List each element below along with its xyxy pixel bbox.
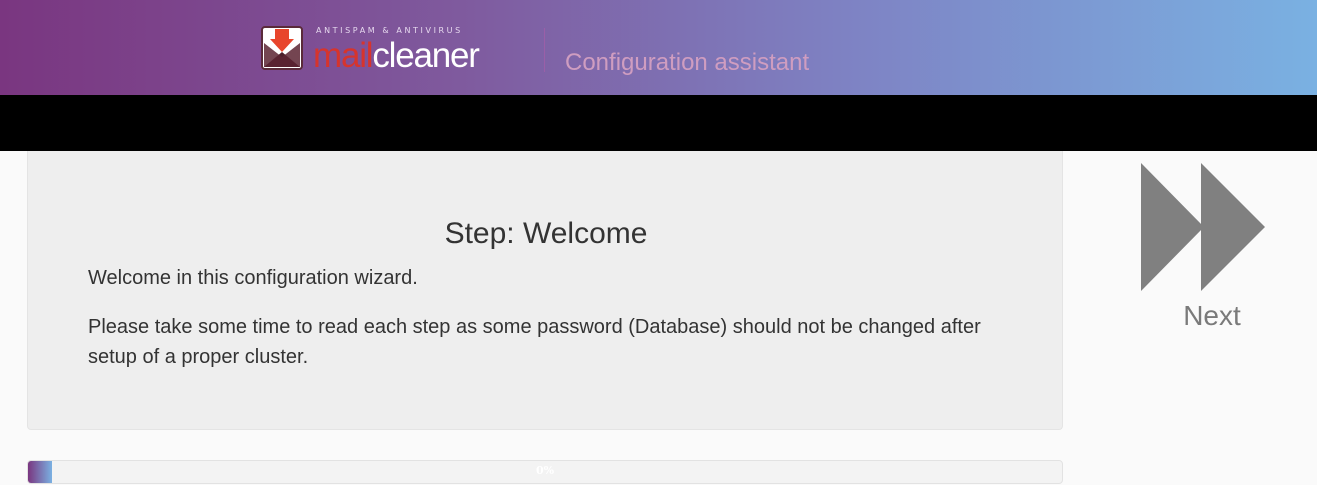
progress-bar: 0% — [27, 460, 1063, 484]
step-panel: Step: Welcome Welcome in this configurat… — [27, 151, 1063, 430]
welcome-text: Welcome in this configuration wizard. — [88, 267, 418, 289]
next-label: Next — [1183, 300, 1241, 331]
page-title: Configuration assistant — [565, 49, 810, 76]
mailcleaner-logo-icon — [261, 26, 303, 70]
nav-bar — [0, 95, 1317, 151]
app-header: ANTISPAM & ANTIVIRUS mailcleaner Configu… — [0, 0, 1317, 95]
next-button[interactable]: Next — [1138, 160, 1272, 336]
logo-tagline: ANTISPAM & ANTIVIRUS — [316, 26, 463, 35]
progress-label: 0% — [535, 464, 555, 477]
logo-wordmark: mailcleaner — [313, 36, 480, 76]
info-text: Please take some time to read each step … — [88, 316, 981, 368]
logo-word-mail: mail — [313, 36, 374, 75]
fast-forward-icon — [1141, 163, 1265, 291]
header-divider — [544, 28, 545, 72]
step-title: Step: Welcome — [444, 217, 648, 250]
logo-word-cleaner: cleaner — [372, 36, 480, 75]
